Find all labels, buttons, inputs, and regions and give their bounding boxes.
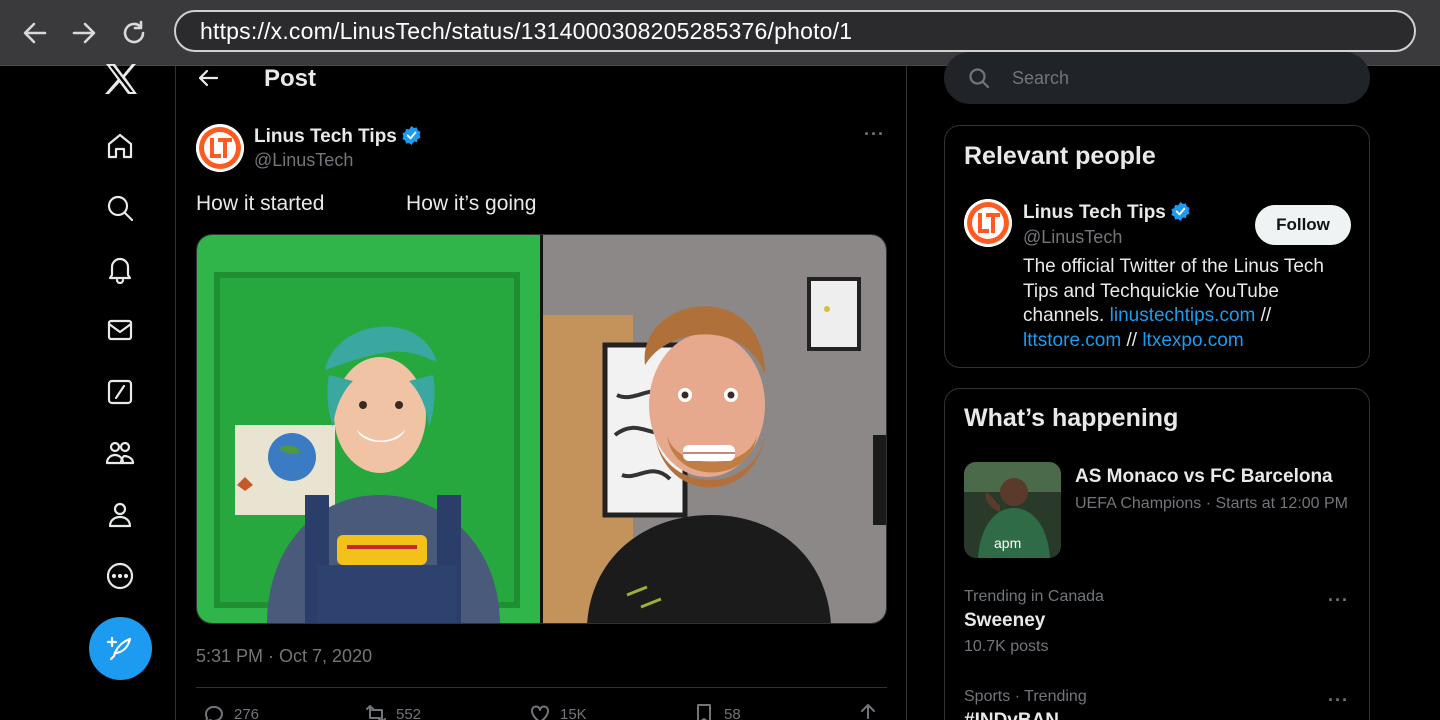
event-title: AS Monaco vs FC Barcelona <box>1075 466 1333 487</box>
reply-icon <box>204 705 223 720</box>
bio-link-lttstore[interactable]: lttstore.com <box>1023 330 1121 351</box>
divider <box>196 687 887 688</box>
search-box[interactable] <box>944 52 1370 104</box>
author-handle[interactable]: @LinusTech <box>254 150 353 171</box>
author-name[interactable]: Linus Tech Tips <box>254 125 422 148</box>
bookmark-count: 58 <box>724 705 741 720</box>
search-input[interactable] <box>1012 64 1342 92</box>
browser-reload-button[interactable] <box>117 16 151 50</box>
browser-forward-button[interactable] <box>67 16 101 50</box>
tweet-more-button[interactable]: ··· <box>864 124 885 145</box>
trend-context: Trending in Canada <box>964 588 1104 605</box>
x-logo-icon[interactable] <box>104 62 138 96</box>
trend-item[interactable]: Trending in Canada Sweeney 10.7K posts ·… <box>964 588 1354 660</box>
main-column: Post Linus Tech Tips @LinusTech ··· How … <box>175 65 907 720</box>
author-name-text: Linus Tech Tips <box>254 126 397 147</box>
bio-separator: // <box>1255 305 1272 326</box>
back-arrow-icon <box>198 69 219 87</box>
back-button[interactable] <box>196 66 222 90</box>
like-count: 15K <box>560 705 587 720</box>
share-button[interactable] <box>856 702 880 720</box>
bio-separator: // <box>1121 329 1143 351</box>
relevant-name[interactable]: Linus Tech Tips <box>1023 201 1191 224</box>
more-circle-icon[interactable] <box>104 560 136 592</box>
relevant-bio: The official Twitter of the Linus Tech T… <box>1023 255 1353 353</box>
ltt-logo-icon <box>964 199 1012 247</box>
event-thumbnail: apm <box>964 462 1061 558</box>
bookmark-icon <box>697 704 711 720</box>
bookmark-button[interactable]: 58 <box>692 702 741 720</box>
repost-icon <box>366 705 386 720</box>
trend-context: Sports · Trending <box>964 688 1087 705</box>
ltt-logo-icon <box>196 124 244 172</box>
verified-icon <box>1171 201 1190 222</box>
bio-link-ltxexpo[interactable]: ltxexpo.com <box>1142 330 1243 351</box>
back-icon <box>23 22 47 44</box>
address-bar[interactable]: https://x.com/LinusTech/status/131400030… <box>174 10 1416 52</box>
relevant-avatar[interactable] <box>964 199 1012 247</box>
tweet-media[interactable] <box>196 234 887 624</box>
post-header: Post <box>176 65 906 92</box>
repost-count: 552 <box>396 705 422 720</box>
browser-back-button[interactable] <box>18 16 52 50</box>
grok-icon[interactable] <box>104 376 136 408</box>
compose-icon <box>106 636 131 660</box>
tweet-text: How it started How it’s going <box>196 192 537 215</box>
search-icon[interactable] <box>104 192 136 224</box>
relevant-people-title: Relevant people <box>964 142 1156 170</box>
reload-icon <box>123 20 145 44</box>
avatar[interactable] <box>196 124 244 172</box>
trend-post-count: 10.7K posts <box>964 638 1049 655</box>
forward-icon <box>72 22 96 44</box>
tweet-actions: 276 552 15K 58 <box>196 702 887 720</box>
profile-icon[interactable] <box>104 499 136 531</box>
communities-icon[interactable] <box>104 437 136 469</box>
comparison-photo <box>197 235 886 623</box>
whats-happening-card: What’s happening apm AS Monaco vs FC Bar… <box>944 388 1370 720</box>
trend-more-button[interactable]: ··· <box>1328 690 1349 711</box>
tweet-timestamp[interactable]: 5:31 PM · Oct 7, 2020 <box>196 646 372 667</box>
trend-more-button[interactable]: ··· <box>1328 590 1349 611</box>
trend-title: #INDvBAN <box>964 710 1354 720</box>
event-meta: UEFA Champions · Starts at 12:00 PM <box>1075 495 1349 512</box>
relevant-handle[interactable]: @LinusTech <box>1023 227 1122 248</box>
whats-happening-title: What’s happening <box>964 404 1179 432</box>
like-button[interactable]: 15K <box>528 702 587 720</box>
relevant-people-card: Relevant people Linus Tech Tips @LinusTe… <box>944 125 1370 368</box>
compose-button[interactable] <box>89 617 152 680</box>
relevant-name-text: Linus Tech Tips <box>1023 202 1166 223</box>
url-text: https://x.com/LinusTech/status/131400030… <box>200 17 853 44</box>
home-icon[interactable] <box>104 130 136 162</box>
svg-text:apm: apm <box>994 535 1021 551</box>
page-title: Post <box>264 65 317 92</box>
mail-icon[interactable] <box>104 314 136 346</box>
repost-button[interactable]: 552 <box>364 702 421 720</box>
like-icon <box>531 705 549 720</box>
search-icon <box>969 68 990 89</box>
reply-count: 276 <box>234 705 260 720</box>
bio-link-linustechtips[interactable]: linustechtips.com <box>1110 305 1256 326</box>
follow-button[interactable]: Follow <box>1255 205 1351 245</box>
share-icon <box>861 704 875 719</box>
bell-icon[interactable] <box>104 253 136 285</box>
trend-title: Sweeney <box>964 610 1046 631</box>
event-item[interactable]: apm AS Monaco vs FC Barcelona UEFA Champ… <box>964 462 1354 558</box>
reply-button[interactable]: 276 <box>202 702 259 720</box>
verified-icon <box>402 125 421 146</box>
trend-item[interactable]: Sports · Trending #INDvBAN ··· <box>964 688 1354 720</box>
